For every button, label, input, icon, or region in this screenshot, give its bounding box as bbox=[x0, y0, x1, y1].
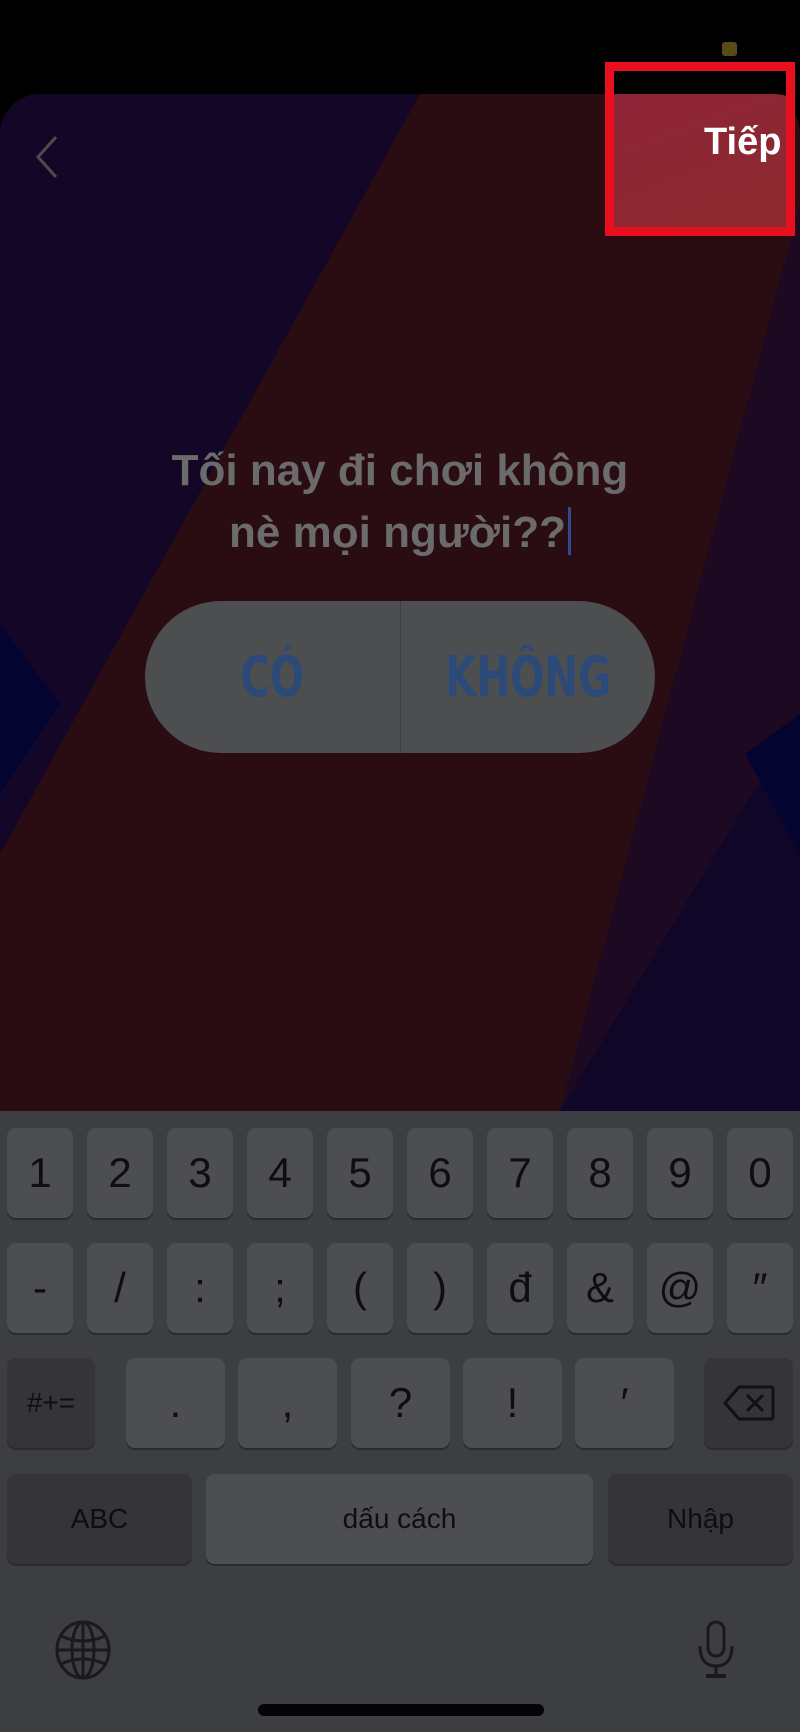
next-button-area bbox=[614, 94, 786, 227]
enter-key-label: Nhập bbox=[667, 1503, 734, 1534]
key-row1-1-label: 2 bbox=[108, 1149, 132, 1196]
delete-key[interactable] bbox=[704, 1358, 793, 1448]
abc-key[interactable]: ABC bbox=[7, 1474, 192, 1564]
key-row3-1-label: , bbox=[281, 1379, 294, 1426]
key-row2-4-label: ( bbox=[353, 1264, 367, 1311]
key-row2-0-label: - bbox=[33, 1264, 47, 1311]
key-row2-6[interactable]: đ bbox=[487, 1243, 553, 1333]
key-row3-3-label: ! bbox=[506, 1379, 519, 1426]
key-row2-1-label: / bbox=[114, 1264, 126, 1311]
poll-option-no[interactable]: KHÔNG bbox=[436, 601, 619, 753]
key-row2-9-label: ″ bbox=[752, 1264, 768, 1311]
back-button[interactable] bbox=[30, 132, 70, 182]
status-indicator bbox=[722, 42, 737, 56]
key-row1-3[interactable]: 4 bbox=[247, 1128, 313, 1218]
key-row2-2-label: : bbox=[194, 1264, 206, 1311]
key-row2-2[interactable]: : bbox=[167, 1243, 233, 1333]
key-row1-2[interactable]: 3 bbox=[167, 1128, 233, 1218]
key-row1-4[interactable]: 5 bbox=[327, 1128, 393, 1218]
key-row1-1[interactable]: 2 bbox=[87, 1128, 153, 1218]
key-row3-0-label: . bbox=[169, 1379, 182, 1426]
key-row1-5-label: 6 bbox=[428, 1149, 452, 1196]
key-row2-5-label: ) bbox=[433, 1264, 447, 1311]
key-row1-3-label: 4 bbox=[268, 1149, 292, 1196]
key-row1-9-label: 0 bbox=[748, 1149, 772, 1196]
key-row2-0[interactable]: - bbox=[7, 1243, 73, 1333]
key-row1-8[interactable]: 9 bbox=[647, 1128, 713, 1218]
key-row2-8[interactable]: @ bbox=[647, 1243, 713, 1333]
key-row2-1[interactable]: / bbox=[87, 1243, 153, 1333]
key-row2-6-label: đ bbox=[508, 1264, 532, 1311]
key-row2-7[interactable]: & bbox=[567, 1243, 633, 1333]
question-line-1: Tối nay đi chơi không bbox=[171, 446, 629, 495]
key-row1-6[interactable]: 7 bbox=[487, 1128, 553, 1218]
key-row1-7-label: 8 bbox=[588, 1149, 612, 1196]
poll-sticker: CÓ KHÔNG bbox=[145, 601, 655, 753]
symbols-toggle-key-label: #+= bbox=[26, 1387, 76, 1418]
key-row3-4[interactable]: ′ bbox=[575, 1358, 674, 1448]
key-row2-3[interactable]: ; bbox=[247, 1243, 313, 1333]
chevron-left-icon bbox=[35, 135, 58, 179]
key-row2-3-label: ; bbox=[274, 1264, 286, 1311]
key-row1-0[interactable]: 1 bbox=[7, 1128, 73, 1218]
home-indicator[interactable] bbox=[258, 1704, 544, 1716]
key-row3-0[interactable]: . bbox=[126, 1358, 225, 1448]
backspace-icon bbox=[722, 1385, 774, 1421]
key-row2-4[interactable]: ( bbox=[327, 1243, 393, 1333]
space-key[interactable]: dấu cách bbox=[206, 1474, 593, 1564]
key-row3-1[interactable]: , bbox=[238, 1358, 337, 1448]
key-row2-5[interactable]: ) bbox=[407, 1243, 473, 1333]
key-row3-4-label: ′ bbox=[620, 1379, 629, 1426]
poll-question-input[interactable]: Tối nay đi chơi không nè mọi người?? bbox=[100, 440, 700, 564]
key-row1-6-label: 7 bbox=[508, 1149, 532, 1196]
symbols-toggle-key[interactable]: #+= bbox=[7, 1358, 95, 1448]
story-editor-card: Tối nay đi chơi không nè mọi người?? CÓ … bbox=[0, 94, 800, 1111]
key-row3-3[interactable]: ! bbox=[463, 1358, 562, 1448]
key-row2-7-label: & bbox=[585, 1264, 614, 1311]
space-key-label: dấu cách bbox=[342, 1503, 457, 1534]
next-button[interactable]: Tiếp bbox=[704, 121, 781, 164]
key-row2-8-label: @ bbox=[658, 1264, 702, 1311]
next-button-highlight: Tiếp bbox=[605, 62, 795, 236]
key-row1-4-label: 5 bbox=[348, 1149, 372, 1196]
poll-divider bbox=[399, 601, 401, 753]
key-row1-5[interactable]: 6 bbox=[407, 1128, 473, 1218]
abc-key-label: ABC bbox=[70, 1503, 129, 1534]
key-row1-0-label: 1 bbox=[28, 1149, 52, 1196]
key-row1-7[interactable]: 8 bbox=[567, 1128, 633, 1218]
microphone-icon[interactable] bbox=[696, 1620, 736, 1680]
key-row2-9[interactable]: ″ bbox=[727, 1243, 793, 1333]
key-row1-9[interactable]: 0 bbox=[727, 1128, 793, 1218]
text-cursor bbox=[567, 507, 571, 555]
poll-option-yes[interactable]: CÓ bbox=[181, 601, 364, 753]
enter-key[interactable]: Nhập bbox=[608, 1474, 793, 1564]
globe-icon[interactable] bbox=[53, 1620, 113, 1680]
question-line-2: nè mọi người?? bbox=[229, 508, 566, 557]
key-row1-2-label: 3 bbox=[188, 1149, 212, 1196]
key-row3-2-label: ? bbox=[388, 1379, 413, 1426]
key-row1-8-label: 9 bbox=[668, 1149, 692, 1196]
key-row3-2[interactable]: ? bbox=[351, 1358, 450, 1448]
